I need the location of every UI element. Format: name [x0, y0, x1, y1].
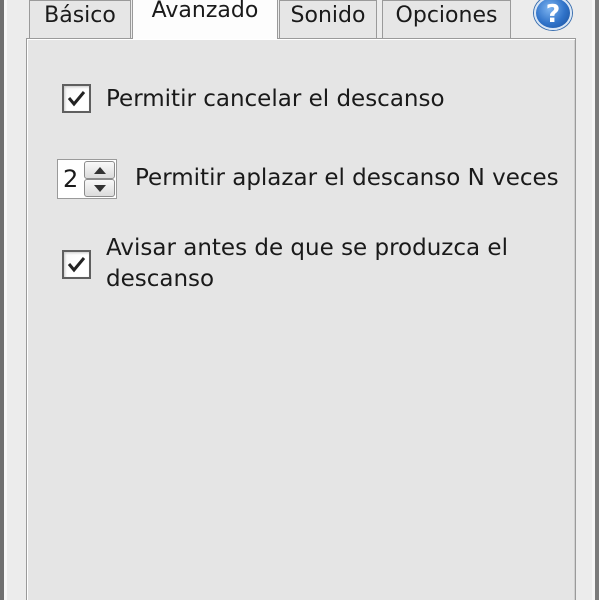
- arrow-up-icon: [94, 167, 106, 174]
- postpone-count-stepper[interactable]: 2: [57, 159, 117, 199]
- spin-down-button[interactable]: [84, 179, 115, 197]
- help-icon[interactable]: ?: [534, 0, 572, 30]
- tab-opciones[interactable]: Opciones: [382, 0, 511, 38]
- tab-basico[interactable]: Básico: [29, 0, 131, 38]
- help-glyph: ?: [545, 0, 561, 28]
- arrow-down-icon: [94, 185, 106, 192]
- warn-before-checkbox[interactable]: [62, 250, 91, 279]
- warn-before-label-line2: descanso: [106, 266, 215, 292]
- settings-window: Básico Avanzado Sonido Opciones ? Permit…: [0, 0, 599, 600]
- window-left-border: [0, 0, 7, 600]
- tab-avanzado[interactable]: Avanzado: [132, 0, 278, 39]
- checkmark-icon: [67, 257, 86, 273]
- allow-postpone-label: Permitir aplazar el descanso N veces: [135, 165, 559, 191]
- postpone-count-value[interactable]: 2: [63, 163, 78, 195]
- tab-panel-avanzado: [26, 38, 576, 600]
- window-right-border: [592, 0, 599, 600]
- warn-before-label-line1: Avisar antes de que se produzca el: [106, 235, 508, 261]
- tab-sonido[interactable]: Sonido: [279, 0, 377, 38]
- allow-cancel-checkbox[interactable]: [62, 84, 91, 113]
- allow-cancel-label: Permitir cancelar el descanso: [106, 86, 445, 112]
- checkmark-icon: [67, 91, 86, 107]
- spin-up-button[interactable]: [84, 161, 115, 179]
